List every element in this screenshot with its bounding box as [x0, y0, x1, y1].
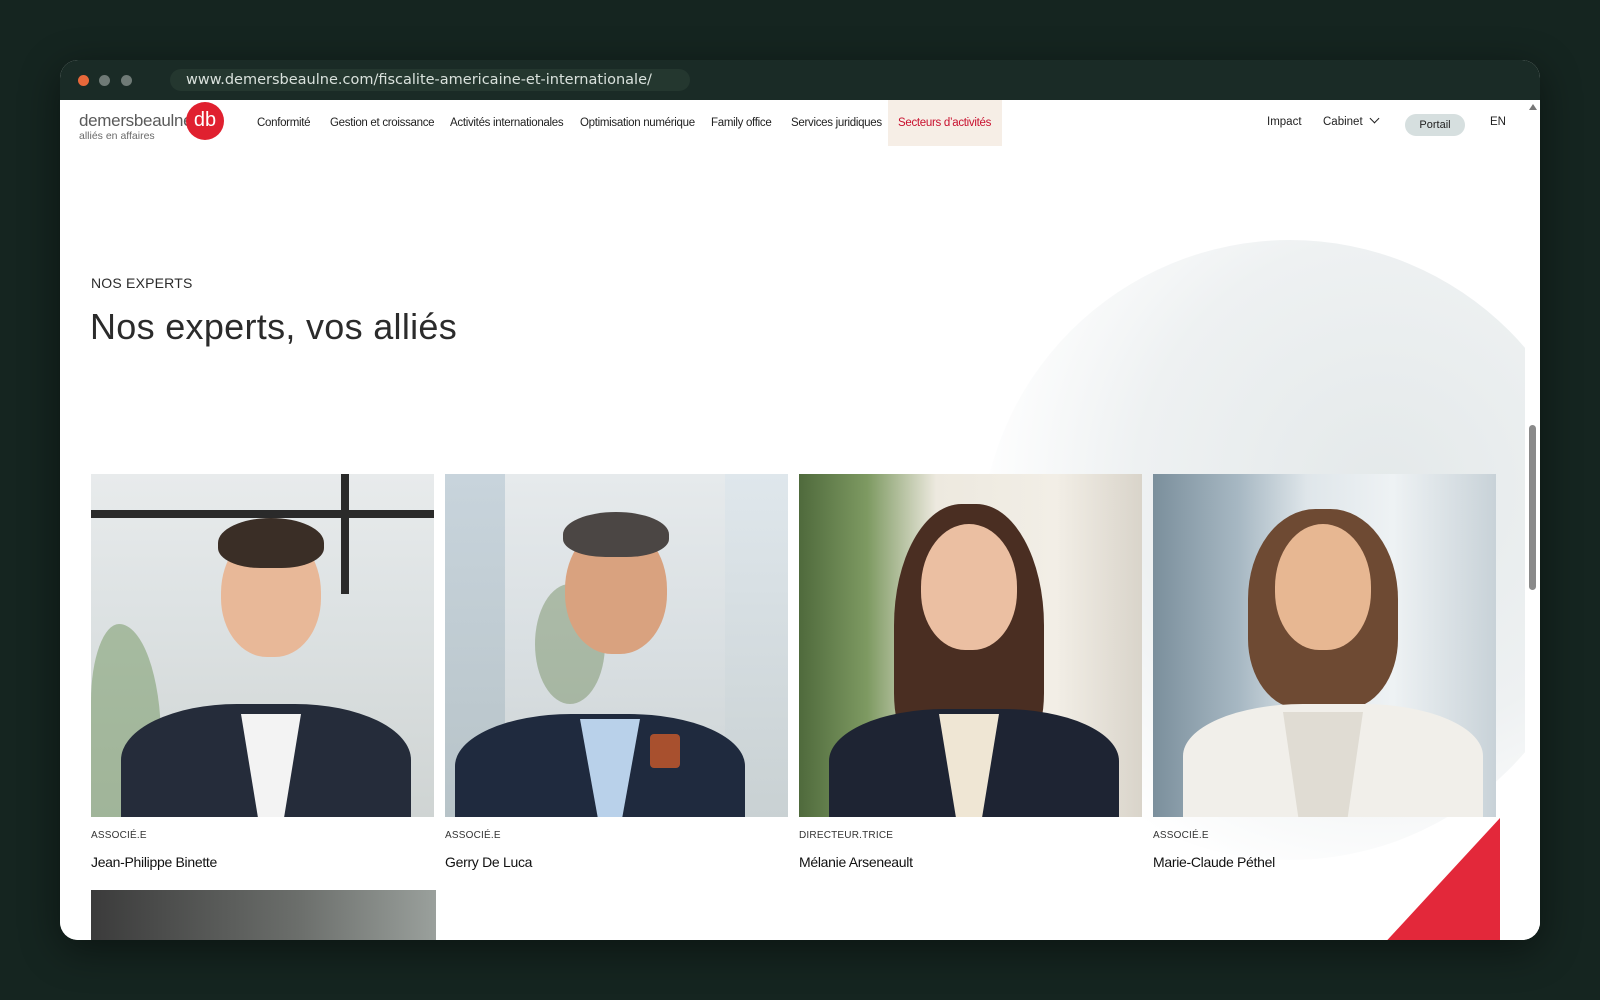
- expert-card[interactable]: ASSOCIÉ.E Jean-Philippe Binette: [91, 474, 434, 870]
- language-switch[interactable]: EN: [1490, 116, 1506, 128]
- logo-mark: db: [186, 102, 224, 140]
- close-window-button[interactable]: [78, 75, 89, 86]
- expert-name[interactable]: Mélanie Arseneault: [799, 854, 913, 870]
- nav-item-family-office[interactable]: Family office: [711, 100, 772, 146]
- nav-cabinet-label: Cabinet: [1323, 116, 1363, 128]
- nav-item-gestion-croissance[interactable]: Gestion et croissance: [330, 100, 435, 146]
- expert-name[interactable]: Jean-Philippe Binette: [91, 854, 217, 870]
- expert-photo: [445, 474, 788, 817]
- expert-photo: [799, 474, 1142, 817]
- expert-card[interactable]: ASSOCIÉ.E Gerry De Luca: [445, 474, 788, 870]
- nav-item-conformite[interactable]: Conformité: [257, 100, 311, 146]
- expert-card[interactable]: ASSOCIÉ.E Marie-Claude Péthel: [1153, 474, 1496, 870]
- expert-name[interactable]: Gerry De Luca: [445, 854, 532, 870]
- browser-window: www.demersbeaulne.com/fiscalite-americai…: [60, 60, 1540, 940]
- expert-photo: [91, 474, 434, 817]
- address-bar[interactable]: www.demersbeaulne.com/fiscalite-americai…: [170, 69, 690, 91]
- nav-item-secteurs-activites[interactable]: Secteurs d’activités: [888, 100, 1002, 146]
- nav-item-optimisation-numerique[interactable]: Optimisation numérique: [580, 100, 695, 146]
- section-title: Nos experts, vos alliés: [90, 306, 458, 347]
- expert-role: ASSOCIÉ.E: [445, 830, 501, 841]
- nav-item-activites-internationales[interactable]: Activités internationales: [450, 100, 564, 146]
- portail-button[interactable]: Portail: [1405, 114, 1465, 136]
- expert-role: ASSOCIÉ.E: [91, 830, 147, 841]
- logo-wordmark: demersbeaulne: [79, 111, 193, 130]
- logo-tagline: alliés en affaires: [79, 130, 155, 142]
- expert-role: DIRECTEUR.TRICE: [799, 830, 894, 841]
- main-navigation: demersbeaulne alliés en affaires db Conf…: [60, 100, 1540, 146]
- nav-cabinet-dropdown[interactable]: Cabinet: [1323, 113, 1380, 128]
- chevron-down-icon: [1369, 113, 1380, 124]
- scrollbar-thumb[interactable]: [1529, 425, 1536, 590]
- page-viewport: demersbeaulne alliés en affaires db Conf…: [60, 100, 1540, 940]
- nav-item-services-juridiques[interactable]: Services juridiques: [791, 100, 882, 146]
- section-eyebrow: NOS EXPERTS: [91, 275, 193, 291]
- expert-card-partial[interactable]: [91, 890, 436, 940]
- minimize-window-button[interactable]: [99, 75, 110, 86]
- scroll-up-arrow-icon[interactable]: [1529, 104, 1537, 110]
- nav-impact-link[interactable]: Impact: [1267, 116, 1302, 128]
- expert-role: ASSOCIÉ.E: [1153, 830, 1209, 841]
- maximize-window-button[interactable]: [121, 75, 132, 86]
- expert-name[interactable]: Marie-Claude Péthel: [1153, 854, 1275, 870]
- expert-card[interactable]: DIRECTEUR.TRICE Mélanie Arseneault: [799, 474, 1142, 870]
- browser-titlebar: www.demersbeaulne.com/fiscalite-americai…: [60, 60, 1540, 100]
- scrollbar[interactable]: [1525, 100, 1540, 940]
- expert-photo: [1153, 474, 1496, 817]
